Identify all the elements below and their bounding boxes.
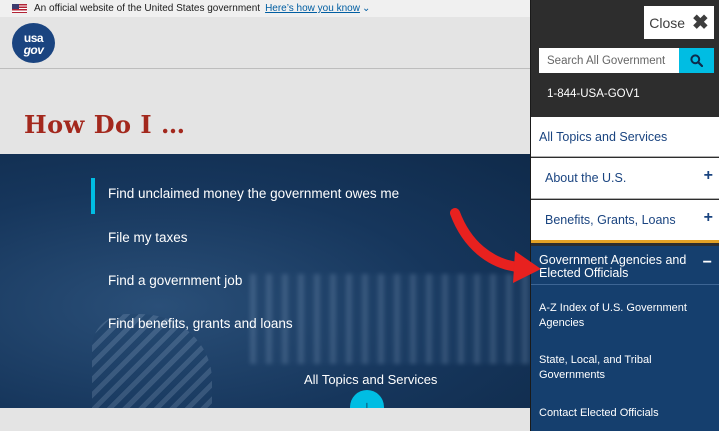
menu-link-about-us-label[interactable]: About the U.S. — [545, 171, 626, 185]
title-area: How Do I … — [0, 70, 530, 154]
submenu-link-az-index[interactable]: A-Z Index of U.S. Government Agencies — [539, 301, 714, 331]
search-icon[interactable] — [690, 54, 703, 67]
usagov-logo[interactable]: usa gov — [12, 23, 55, 63]
hero-link-unclaimed-money[interactable]: Find unclaimed money the government owes… — [108, 186, 399, 201]
hero-link-benefits-grants-loans[interactable]: Find benefits, grants and loans — [108, 316, 293, 331]
close-menu-button[interactable]: Close ✖ — [644, 6, 714, 39]
heres-how-you-know-label[interactable]: Here’s how you know — [265, 3, 360, 14]
page-title: How Do I … — [24, 110, 186, 139]
heres-how-you-know-link[interactable]: Here’s how you know ⌄ — [265, 3, 370, 14]
expanded-section-agencies: Government Agencies and Elected Official… — [531, 246, 719, 431]
expand-plus-icon[interactable]: + — [704, 209, 713, 227]
expanded-section-title[interactable]: Government Agencies and Elected Official… — [539, 254, 699, 280]
close-label[interactable]: Close — [649, 15, 685, 31]
menu-link-all-topics[interactable]: All Topics and Services — [531, 117, 719, 157]
submenu-link-state-local-tribal[interactable]: State, Local, and Tribal Governments — [539, 353, 714, 383]
submenu-link-contact-officials[interactable]: Contact Elected Officials — [539, 406, 714, 421]
search-input[interactable] — [539, 48, 679, 73]
expand-plus-icon[interactable]: + — [704, 167, 713, 185]
phone-number-link[interactable]: 1-844-USA-GOV1 — [547, 88, 640, 100]
hero-all-topics-link[interactable]: All Topics and Services — [304, 372, 437, 387]
active-item-indicator — [91, 178, 95, 214]
section-divider — [531, 284, 719, 285]
menu-link-about-us[interactable]: About the U.S. + — [531, 158, 719, 199]
scroll-down-button[interactable]: ↓ — [350, 390, 384, 408]
gov-banner-text: An official website of the United States… — [34, 3, 261, 14]
page-bottom-strip — [0, 408, 530, 431]
search-button[interactable] — [679, 48, 714, 73]
chevron-down-icon[interactable]: ⌄ — [362, 3, 370, 14]
menu-link-benefits[interactable]: Benefits, Grants, Loans + — [531, 200, 719, 243]
red-annotation-arrow-icon — [450, 208, 541, 283]
side-navigation-menu: Close ✖ 1-844-USA-GOV1 All Topics and Se… — [530, 0, 719, 431]
official-gov-banner: An official website of the United States… — [0, 0, 530, 17]
hero-link-file-taxes[interactable]: File my taxes — [108, 230, 188, 245]
collapse-minus-icon[interactable]: − — [703, 254, 712, 272]
close-icon[interactable]: ✖ — [692, 13, 709, 33]
hero-link-government-job[interactable]: Find a government job — [108, 273, 242, 288]
site-header: usa gov — [0, 17, 530, 69]
us-flag-icon — [12, 4, 27, 13]
menu-link-benefits-label[interactable]: Benefits, Grants, Loans — [545, 213, 676, 227]
arrow-down-icon[interactable]: ↓ — [363, 397, 372, 409]
menu-link-all-topics-label[interactable]: All Topics and Services — [539, 130, 667, 144]
logo-text-gov[interactable]: gov — [12, 44, 55, 56]
